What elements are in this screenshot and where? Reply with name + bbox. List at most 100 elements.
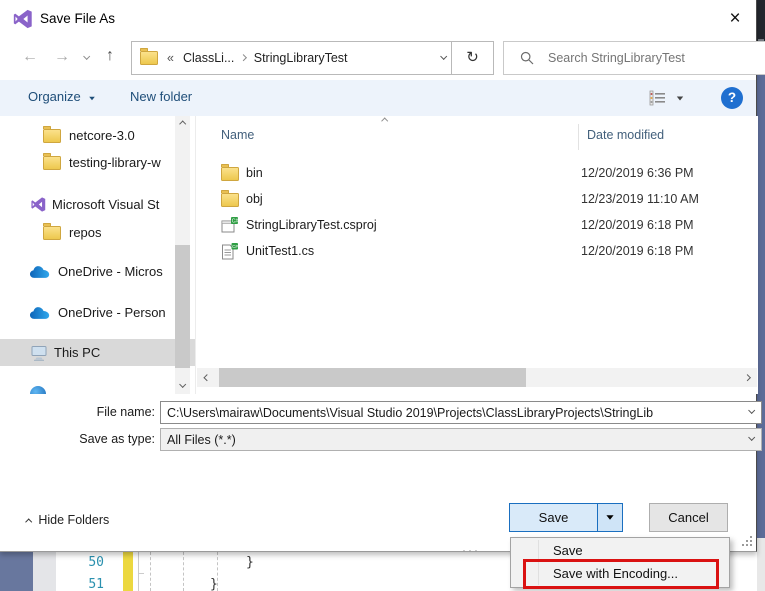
hide-folders-button[interactable]: Hide Folders: [24, 513, 110, 527]
command-toolbar: Organize New folder ?: [0, 80, 756, 116]
save-file-as-dialog: Save File As × ← → ↑ « ClassLi... String…: [0, 0, 765, 552]
csharp-file-icon: C#: [222, 243, 238, 260]
navigation-pane: netcore-3.0 testing-library-w Microsoft …: [0, 116, 195, 394]
sidebar-item-this-pc[interactable]: This PC: [0, 339, 195, 366]
help-button[interactable]: ?: [721, 87, 743, 109]
file-row-unittest[interactable]: C# UnitTest1.cs 12/20/2019 6:18 PM: [196, 239, 758, 265]
sidebar-item-label: testing-library-w: [69, 155, 161, 170]
file-list: Name Date modified bin 12/20/2019 6:36 P…: [195, 116, 758, 394]
search-input[interactable]: [546, 50, 740, 66]
csharp-project-icon: C#: [221, 217, 238, 233]
column-header-date-modified[interactable]: Date modified: [587, 128, 664, 142]
screen: 50 51 } } ··· Save File As × ← → ↑ « Cla…: [0, 0, 765, 591]
editor-indent-guide: [150, 552, 151, 591]
close-icon[interactable]: ×: [720, 5, 750, 32]
view-options-caret-icon[interactable]: [676, 96, 684, 101]
save-as-type-combobox[interactable]: All Files (*.*): [160, 428, 762, 451]
breadcrumb[interactable]: « ClassLi... StringLibraryTest: [131, 41, 461, 75]
recent-locations-chevron-icon[interactable]: [82, 52, 91, 61]
file-date: 12/20/2019 6:18 PM: [581, 218, 694, 232]
hide-folders-label: Hide Folders: [38, 513, 110, 527]
line-number: 50: [88, 555, 104, 570]
file-row-bin[interactable]: bin 12/20/2019 6:36 PM: [196, 161, 758, 187]
file-name: obj: [246, 192, 263, 206]
save-button[interactable]: Save: [509, 503, 598, 532]
sidebar-item-netcore-3-0[interactable]: netcore-3.0: [0, 122, 195, 149]
sidebar-item-repos[interactable]: repos: [0, 219, 195, 246]
sidebar-scrollbar[interactable]: [175, 116, 190, 394]
folder-icon: [221, 164, 239, 181]
scroll-left-icon[interactable]: [197, 368, 216, 387]
file-name-value[interactable]: C:\Users\mairaw\Documents\Visual Studio …: [167, 406, 749, 420]
save-as-type-dropdown-chevron-icon[interactable]: [747, 434, 756, 442]
sort-ascending-icon: [380, 116, 389, 125]
breadcrumb-item-stringlibrarytest[interactable]: StringLibraryTest: [254, 51, 348, 65]
cancel-button[interactable]: Cancel: [649, 503, 728, 532]
file-name-dropdown-chevron-icon[interactable]: [747, 407, 756, 415]
file-name: bin: [246, 166, 263, 180]
up-icon[interactable]: ↑: [106, 47, 114, 65]
file-list-horizontal-scrollbar[interactable]: [197, 368, 757, 387]
editor-ellipsis-dots: ···: [462, 543, 480, 557]
scrollbar-thumb[interactable]: [219, 368, 526, 387]
editor-indent-guide: [138, 552, 139, 591]
hide-folders-caret-icon: [24, 517, 33, 526]
save-as-type-label: Save as type:: [79, 432, 155, 446]
breadcrumb-item-classlibraryprojects[interactable]: ClassLi...: [183, 51, 234, 65]
new-folder-button[interactable]: New folder: [130, 89, 192, 104]
column-header-name[interactable]: Name: [221, 128, 254, 142]
folder-icon: [140, 48, 158, 65]
sidebar-item-onedrive-microsoft[interactable]: OneDrive - Micros: [0, 258, 195, 285]
dialog-title: Save File As: [40, 11, 116, 26]
background-window-edge: [757, 0, 765, 591]
save-as-type-value[interactable]: All Files (*.*): [167, 433, 749, 447]
onedrive-cloud-icon: [30, 265, 50, 278]
file-date: 12/20/2019 6:18 PM: [581, 244, 694, 258]
scroll-up-icon[interactable]: [175, 116, 190, 132]
annotation-highlight-box: [523, 559, 719, 589]
file-name-label: File name:: [96, 405, 155, 419]
sidebar-item-microsoft-visual-studio[interactable]: Microsoft Visual St: [0, 191, 195, 218]
save-split-dropdown-button[interactable]: [597, 503, 623, 532]
address-dropdown-chevron-icon[interactable]: [439, 52, 448, 61]
breadcrumb-overflow[interactable]: «: [167, 51, 174, 65]
search-box[interactable]: [503, 41, 765, 75]
this-pc-icon: [31, 345, 47, 361]
background-scrollbar-edge: [757, 48, 765, 538]
column-divider[interactable]: [578, 124, 579, 150]
file-row-obj[interactable]: obj 12/23/2019 11:10 AM: [196, 187, 758, 213]
change-view-icon[interactable]: [649, 90, 667, 106]
save-dropdown-caret-icon: [606, 515, 614, 520]
file-date: 12/20/2019 6:36 PM: [581, 166, 694, 180]
visual-studio-icon: [31, 197, 46, 212]
sidebar-item-network[interactable]: [0, 380, 195, 394]
sidebar-item-onedrive-personal[interactable]: OneDrive - Person: [0, 299, 195, 326]
onedrive-cloud-icon: [30, 306, 50, 319]
resize-grip-icon[interactable]: [740, 534, 754, 548]
forward-icon[interactable]: →: [54, 48, 70, 66]
scroll-right-icon[interactable]: [738, 368, 757, 387]
code-text: }: [210, 577, 218, 591]
background-statusbar-edge: [757, 538, 765, 591]
file-name-combobox[interactable]: C:\Users\mairaw\Documents\Visual Studio …: [160, 401, 762, 424]
breadcrumb-separator-icon: [240, 54, 248, 62]
scrollbar-thumb[interactable]: [175, 245, 190, 368]
sidebar-item-label: repos: [69, 225, 102, 240]
folder-icon: [43, 152, 61, 170]
folder-icon: [221, 190, 239, 207]
sidebar-item-label: OneDrive - Person: [58, 305, 166, 320]
sidebar-item-label: OneDrive - Micros: [58, 264, 163, 279]
refresh-button[interactable]: ↻: [451, 41, 494, 75]
file-row-csproj[interactable]: C# StringLibraryTest.csproj 12/20/2019 6…: [196, 213, 758, 239]
organize-caret-icon: [89, 96, 96, 101]
visual-studio-icon: [12, 8, 34, 35]
scroll-down-icon[interactable]: [175, 378, 190, 394]
sidebar-item-testing-library[interactable]: testing-library-w: [0, 149, 195, 176]
back-icon[interactable]: ←: [22, 48, 38, 66]
file-name: UnitTest1.cs: [246, 244, 315, 258]
folder-icon: [43, 125, 61, 143]
file-date: 12/23/2019 11:10 AM: [581, 192, 699, 206]
organize-button[interactable]: Organize: [28, 89, 96, 104]
network-icon: [30, 385, 46, 394]
sidebar-item-label: netcore-3.0: [69, 128, 135, 143]
